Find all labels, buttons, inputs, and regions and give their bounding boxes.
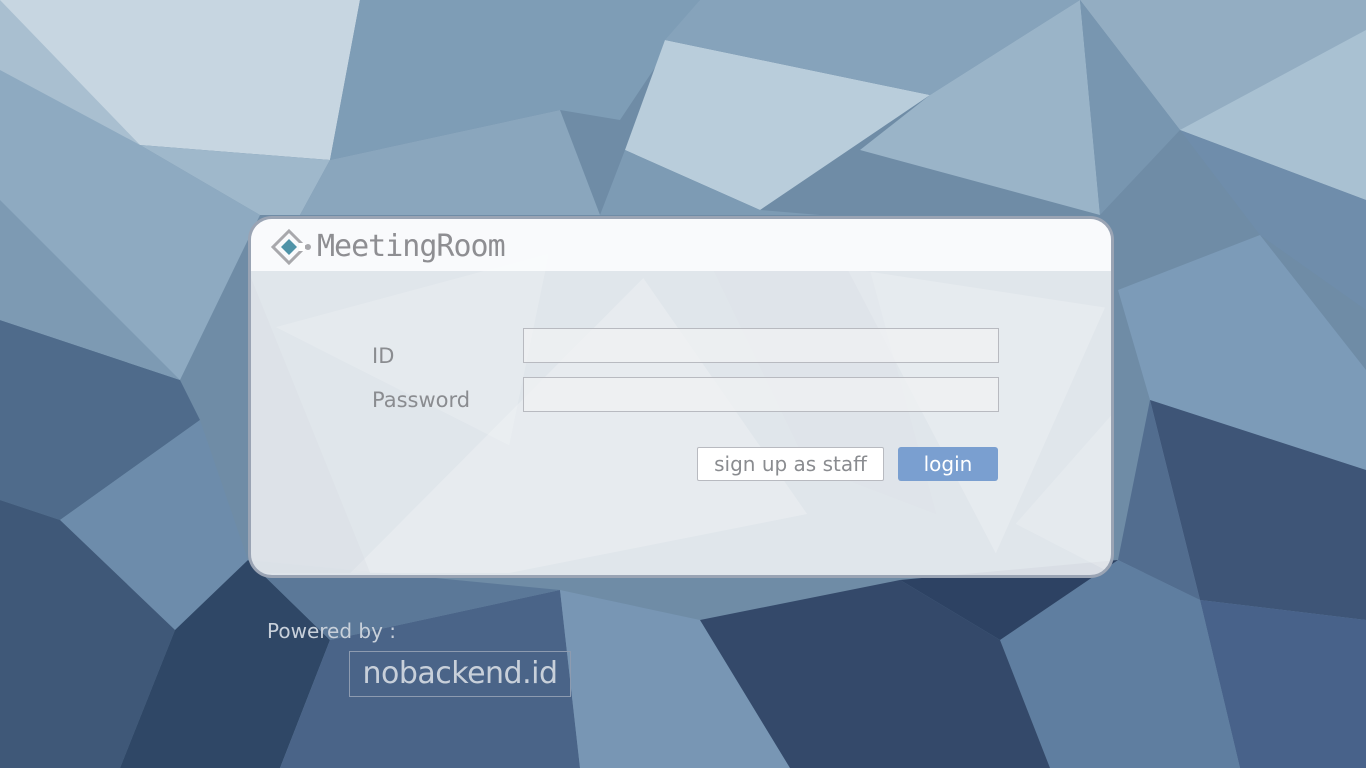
meetingroom-logo-icon [270,228,311,266]
password-input[interactable] [523,377,999,412]
password-label: Password [372,388,471,412]
app-title: MeetingRoom [317,229,506,264]
signup-button[interactable]: sign up as staff [697,447,884,481]
id-label: ID [372,344,395,368]
nobackend-link[interactable]: nobackend.id [349,651,571,697]
login-screen: MeetingRoom ID Password sign up as staff… [0,0,1366,768]
id-input[interactable] [523,328,999,363]
powered-by-label: Powered by : [267,619,397,643]
logo: MeetingRoom [269,227,506,267]
login-button[interactable]: login [898,447,998,481]
login-card: MeetingRoom ID Password sign up as staff… [248,216,1114,578]
